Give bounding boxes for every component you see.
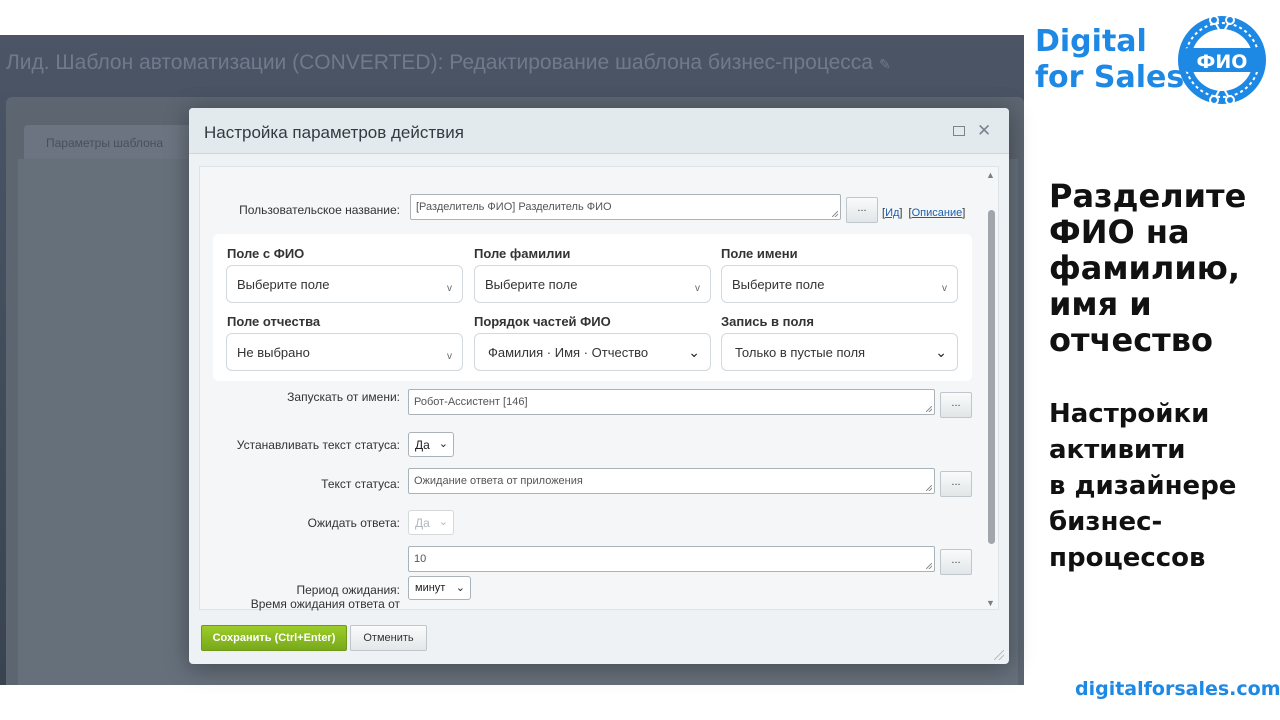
name-field-label: Поле имени [721,246,798,261]
brand-name: Digital for Sales [1035,24,1184,96]
pencil-icon[interactable]: ✎ [879,56,891,72]
save-button[interactable]: Сохранить (Ctrl+Enter) [201,625,347,651]
fio-field-label: Поле с ФИО [227,246,305,261]
subheading-line: активити [1049,435,1186,465]
fio-logo-icon: ФИО [1178,15,1266,105]
wait-response-value: Да [415,516,430,530]
surname-field-value: Выберите поле [485,277,578,292]
id-description-links: [Ид] [Описание] [882,207,966,219]
wait-time-label: Время ожидания ответа от [250,597,400,611]
heading-line: фамилию, [1049,249,1241,287]
slide-subheading: Настройки активити в дизайнере бизнес- п… [1049,396,1236,576]
subheading-line: в дизайнере [1049,471,1237,501]
heading-line: имя и [1049,285,1152,323]
slide: Лид. Шаблон автоматизации (CONVERTED): Р… [0,0,1280,720]
brand-line-1: Digital [1035,24,1147,59]
run-as-label: Запускать от имени: [287,390,400,404]
order-value: Фамилия · Имя · Отчество [488,345,649,360]
page-title-text: Лид. Шаблон автоматизации (CONVERTED): Р… [6,51,873,74]
heading-line: ФИО на [1049,213,1190,251]
patronymic-field-select[interactable]: Не выбрано v [226,333,463,371]
status-text-field[interactable]: Ожидание ответа от приложения [408,468,935,494]
chevron-down-icon: ⌄ [688,344,700,360]
tab-template-params[interactable]: Параметры шаблона [24,125,199,159]
subheading-line: процессов [1049,543,1206,573]
resize-grip-icon[interactable] [994,650,1004,660]
cancel-button[interactable]: Отменить [350,625,427,651]
name-field-select[interactable]: Выберите поле v [721,265,958,303]
custom-name-field[interactable]: [Разделитель ФИО] Разделитель ФИО [410,194,841,220]
close-icon[interactable]: ✕ [977,121,991,141]
write-mode-value: Только в пустые поля [735,345,866,360]
chevron-down-icon: ⌄ [438,516,448,528]
chevron-down-icon: ⌄ [455,582,465,594]
heading-line: Разделите [1049,177,1247,215]
set-status-label: Устанавливать текст статуса: [236,438,400,452]
subheading-line: Настройки [1049,399,1210,429]
dialog-title: Настройка параметров действия [204,123,464,142]
scroll-thumb[interactable] [988,210,995,544]
patronymic-field-value: Не выбрано [237,345,310,360]
wait-response-label: Ожидать ответа: [307,516,400,530]
fio-field-select[interactable]: Выберите поле v [226,265,463,303]
name-field-value: Выберите поле [732,277,825,292]
action-settings-dialog: Настройка параметров действия ✕ [189,108,1009,664]
write-mode-label: Запись в поля [721,314,814,329]
wait-period-value: минут [415,582,446,594]
chevron-down-icon: v [942,283,947,294]
description-link[interactable]: Описание [912,207,963,219]
surname-field-select[interactable]: Выберите поле v [474,265,711,303]
write-mode-select[interactable]: Только в пустые поля ⌄ [721,333,958,371]
wait-value-field[interactable]: 10 [408,546,935,572]
wait-value-dots-button[interactable]: ... [940,549,972,575]
order-label: Порядок частей ФИО [474,314,611,329]
dialog-scrollbar[interactable]: ▲ ▼ [986,170,998,610]
chevron-down-icon: v [695,283,700,294]
set-status-value: Да [415,438,430,452]
logo-text: ФИО [1197,51,1248,73]
page-title: Лид. Шаблон автоматизации (CONVERTED): Р… [6,51,891,75]
scroll-up-icon[interactable]: ▲ [986,170,995,180]
fio-field-value: Выберите поле [237,277,330,292]
patronymic-field-label: Поле отчества [227,314,321,329]
wait-response-select[interactable]: Да ⌄ [408,510,454,535]
heading-line: отчество [1049,321,1213,359]
slide-heading: Разделите ФИО на фамилию, имя и отчество [1049,178,1246,358]
subheading-line: бизнес- [1049,507,1163,537]
status-text-dots-button[interactable]: ... [940,471,972,497]
dialog-body [199,166,999,610]
maximize-icon[interactable] [953,126,965,136]
surname-field-label: Поле фамилии [474,246,571,261]
set-status-select[interactable]: Да ⌄ [408,432,454,457]
brand-line-2: for Sales [1035,60,1185,95]
website-link[interactable]: digitalforsales.com [1075,678,1280,700]
run-as-dots-button[interactable]: ... [940,392,972,418]
wait-period-select[interactable]: минут ⌄ [408,576,471,600]
custom-name-dots-button[interactable]: ... [846,197,878,223]
chevron-down-icon: v [447,351,452,362]
scroll-down-icon[interactable]: ▼ [986,598,995,608]
run-as-field[interactable]: Робот-Ассистент [146] [408,389,935,415]
chevron-down-icon: ⌄ [935,344,947,360]
order-select[interactable]: Фамилия · Имя · Отчество ⌄ [474,333,711,371]
id-link[interactable]: Ид [885,207,899,219]
dialog-header: Настройка параметров действия ✕ [189,108,1009,154]
chevron-down-icon: v [447,283,452,294]
chevron-down-icon: ⌄ [438,438,448,450]
wait-period-label: Период ожидания: [296,583,400,597]
custom-name-label: Пользовательское название: [239,203,400,217]
status-text-label: Текст статуса: [321,477,400,491]
